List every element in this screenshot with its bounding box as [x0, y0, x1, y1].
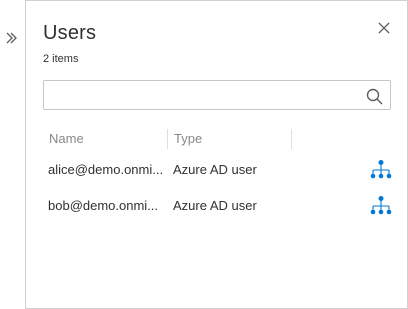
user-type-cell: Azure AD user [173, 162, 257, 177]
column-header-name[interactable]: Name [49, 130, 84, 148]
hierarchy-icon[interactable] [369, 159, 393, 183]
close-button[interactable] [374, 18, 394, 38]
search-box [43, 80, 391, 110]
table-row[interactable]: bob@demo.onmi... Azure AD user [43, 189, 398, 223]
panel-title: Users [43, 22, 97, 44]
user-name-cell: bob@demo.onmi... [48, 198, 159, 213]
user-type-cell: Azure AD user [173, 198, 257, 213]
search-button[interactable] [364, 86, 384, 106]
user-name-cell: alice@demo.onmi... [48, 162, 164, 177]
column-resize-handle[interactable] [291, 129, 292, 149]
search-input[interactable] [50, 84, 358, 106]
column-resize-handle[interactable] [167, 129, 168, 149]
expand-panel-button[interactable] [1, 26, 23, 50]
close-icon [378, 22, 390, 34]
hierarchy-icon[interactable] [369, 195, 393, 219]
search-icon [366, 88, 383, 105]
double-chevron-right-icon [6, 32, 17, 44]
column-header-type[interactable]: Type [174, 130, 202, 148]
table-row[interactable]: alice@demo.onmi... Azure AD user [43, 153, 398, 187]
collapse-strip [0, 0, 26, 309]
item-count: 2 items [43, 53, 79, 65]
